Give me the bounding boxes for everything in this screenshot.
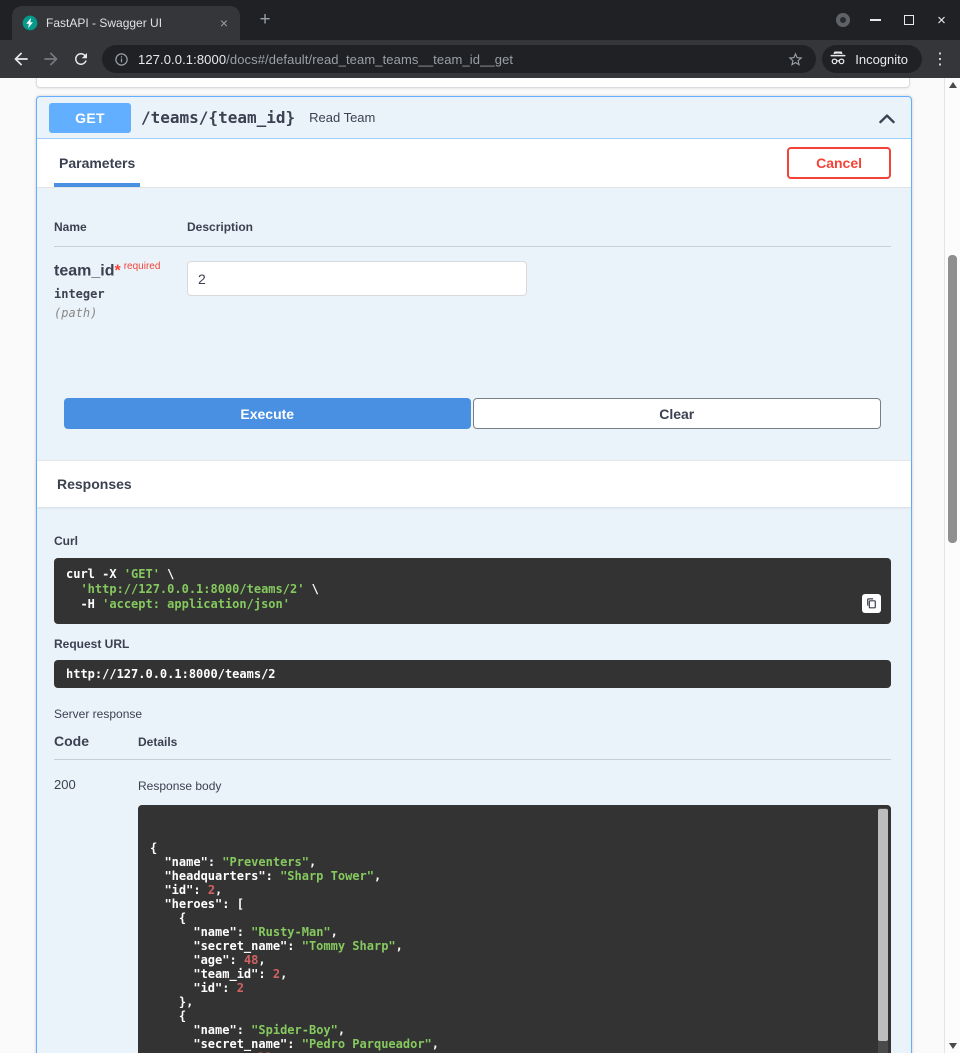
- server-response-label: Server response: [54, 707, 891, 721]
- browser-profile-icon[interactable]: [826, 0, 859, 40]
- page-scrollbar[interactable]: [944, 78, 960, 1053]
- parameter-location: (path): [54, 306, 187, 320]
- copy-to-clipboard-icon[interactable]: [862, 594, 881, 613]
- swagger-page: GET /teams/{team_id} Read Team Parameter…: [0, 78, 944, 1053]
- browser-toolbar: 127.0.0.1:8000/docs#/default/read_team_t…: [0, 40, 960, 78]
- incognito-badge: Incognito: [822, 45, 922, 73]
- execute-row: Execute Clear: [64, 398, 881, 429]
- tab-title: FastAPI - Swagger UI: [46, 16, 208, 30]
- endpoint-path: /teams/{team_id}: [141, 108, 295, 127]
- incognito-icon: [828, 49, 848, 69]
- responses-section-title: Responses: [37, 460, 911, 507]
- parameter-ident: team_id* required integer (path): [54, 261, 187, 320]
- opblock-summary[interactable]: GET /teams/{team_id} Read Team: [37, 97, 911, 139]
- minimize-button[interactable]: [859, 0, 892, 40]
- curl-code-block: curl -X 'GET' \ 'http://127.0.0.1:8000/t…: [54, 558, 891, 624]
- browser-chrome: FastAPI - Swagger UI × + × 127.0.0.1:800…: [0, 0, 960, 78]
- address-bar[interactable]: 127.0.0.1:8000/docs#/default/read_team_t…: [102, 45, 816, 73]
- tab-parameters[interactable]: Parameters: [54, 139, 140, 187]
- tab-close-icon[interactable]: ×: [216, 15, 232, 31]
- reload-icon[interactable]: [66, 44, 96, 74]
- parameters-body: Name Description team_id* required intege…: [37, 188, 911, 429]
- scroll-down-icon[interactable]: [945, 1039, 960, 1053]
- response-body-scrollbar-thumb[interactable]: [878, 809, 888, 1041]
- curl-label: Curl: [54, 534, 891, 548]
- browser-tab[interactable]: FastAPI - Swagger UI ×: [12, 6, 240, 40]
- responses-body: Curl curl -X 'GET' \ 'http://127.0.0.1:8…: [37, 507, 911, 1053]
- request-url-label: Request URL: [54, 637, 891, 651]
- incognito-label: Incognito: [855, 52, 908, 67]
- code-column-header: Code: [54, 733, 138, 749]
- response-table-head: Code Details: [54, 733, 891, 760]
- url-text: 127.0.0.1:8000/docs#/default/read_team_t…: [138, 52, 778, 67]
- parameter-row: team_id* required integer (path): [54, 247, 891, 320]
- response-body-code-block: { "name": "Preventers", "headquarters": …: [138, 805, 891, 1053]
- column-description-header: Description: [187, 220, 253, 234]
- new-tab-button[interactable]: +: [252, 7, 278, 33]
- url-path: /docs#/default/read_team_teams__team_id_…: [226, 52, 513, 67]
- response-row: 200 Response body { "name": "Preventers"…: [54, 760, 891, 1053]
- tab-strip: FastAPI - Swagger UI × + ×: [0, 0, 960, 40]
- required-label: required: [124, 261, 161, 272]
- window-controls: ×: [826, 0, 958, 40]
- endpoint-summary: Read Team: [309, 110, 375, 125]
- required-asterisk: *: [114, 262, 120, 279]
- scroll-up-icon[interactable]: [945, 78, 960, 92]
- status-code: 200: [54, 777, 138, 1053]
- parameters-header: Parameters Cancel: [37, 139, 911, 188]
- collapse-chevron-icon[interactable]: [877, 108, 897, 128]
- details-column-header: Details: [138, 735, 177, 749]
- back-icon[interactable]: [6, 44, 36, 74]
- opblock-get-teams: GET /teams/{team_id} Read Team Parameter…: [36, 96, 912, 1053]
- parameter-type: integer: [54, 287, 187, 301]
- cancel-button[interactable]: Cancel: [787, 147, 891, 179]
- parameter-name: team_id: [54, 262, 114, 279]
- parameter-value-cell: [187, 261, 527, 320]
- team-id-input[interactable]: [187, 261, 527, 296]
- fastapi-favicon-icon: [22, 15, 38, 31]
- response-body-scrollbar[interactable]: [878, 808, 888, 1053]
- column-name-header: Name: [54, 220, 187, 234]
- bookmark-star-icon[interactable]: [787, 51, 804, 68]
- url-host: 127.0.0.1:8000: [138, 52, 226, 67]
- browser-menu-icon[interactable]: ⋮: [926, 45, 954, 73]
- previous-section-partial: [36, 78, 910, 88]
- execute-button[interactable]: Execute: [64, 398, 471, 429]
- maximize-button[interactable]: [892, 0, 925, 40]
- response-body-label: Response body: [138, 779, 891, 793]
- page-scrollbar-thumb[interactable]: [948, 255, 957, 543]
- forward-icon[interactable]: [36, 44, 66, 74]
- response-detail: Response body { "name": "Preventers", "h…: [138, 777, 891, 1053]
- http-method-badge: GET: [49, 103, 131, 133]
- site-info-icon[interactable]: [114, 52, 129, 67]
- parameters-table-head: Name Description: [54, 220, 891, 247]
- request-url-value: http://127.0.0.1:8000/teams/2: [54, 660, 891, 688]
- window-close-button[interactable]: ×: [925, 0, 958, 40]
- clear-button[interactable]: Clear: [473, 398, 882, 429]
- response-json-lines: { "name": "Preventers", "headquarters": …: [150, 841, 867, 1053]
